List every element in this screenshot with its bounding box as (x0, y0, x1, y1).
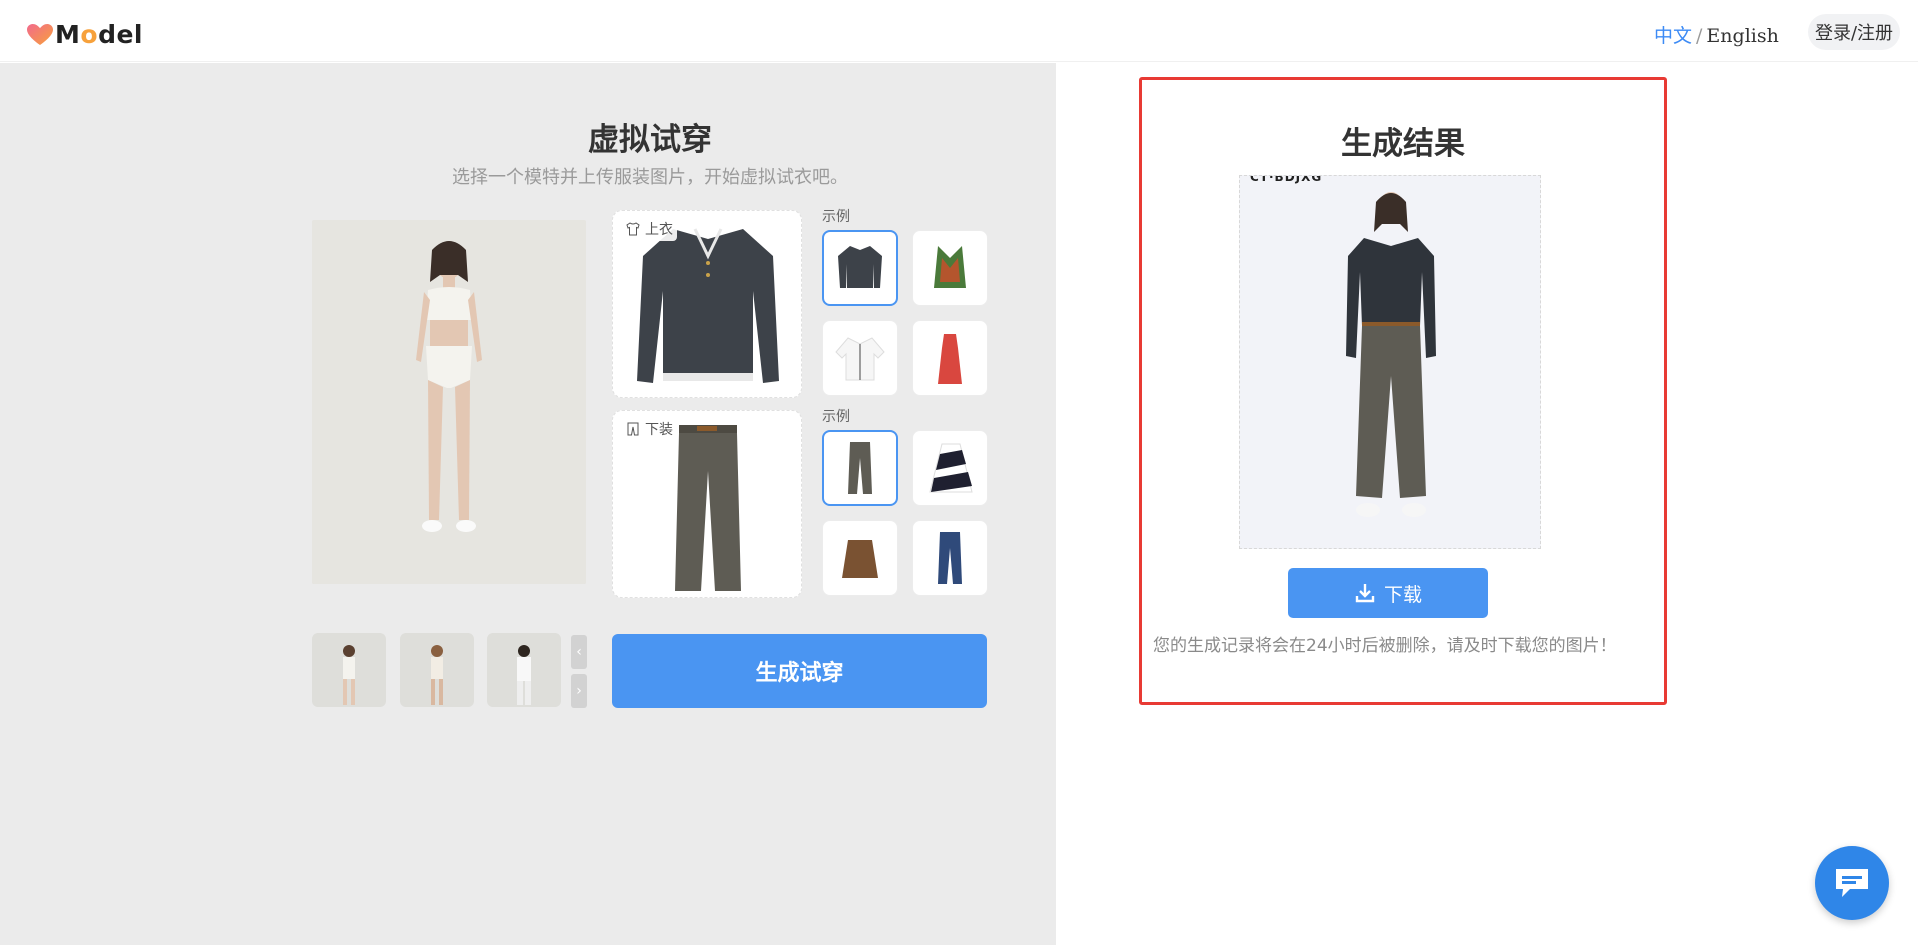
bottom-example-striped-skirt[interactable] (912, 430, 988, 506)
striped-skirt-thumbnail (929, 443, 973, 493)
model-figure-illustration (312, 220, 586, 584)
bottom-garment-slot[interactable]: 下装 (612, 410, 802, 598)
result-retention-note: 您的生成记录将会在24小时后被删除，请及时下载您的图片！ (1153, 636, 1617, 656)
white-blouse-thumbnail (835, 337, 885, 381)
patterned-vest-thumbnail (934, 246, 966, 288)
top-header: Model 中文 / English 登录/注册 (0, 0, 1918, 62)
top-example-dress[interactable] (912, 320, 988, 396)
model-3-thumbnail (517, 645, 531, 705)
bottom-example-trousers[interactable] (822, 430, 898, 506)
try-on-title: 虚拟试穿 (588, 122, 712, 158)
top-examples-label: 示例 (822, 209, 850, 225)
lang-separator: / (1696, 25, 1703, 47)
polo-sweater-thumbnail (838, 246, 882, 288)
chat-support-button[interactable] (1815, 846, 1889, 920)
site-logo[interactable]: Model (26, 20, 143, 49)
try-on-subtitle: 选择一个模特并上传服装图片，开始虚拟试衣吧。 (452, 167, 848, 188)
model-1-thumbnail (343, 645, 355, 705)
pants-icon (627, 422, 639, 436)
result-image-caption: CT·BDJXG (1250, 175, 1323, 184)
download-icon (1355, 584, 1375, 603)
selected-model-image[interactable] (312, 220, 586, 584)
top-example-blouse[interactable] (822, 320, 898, 396)
lang-en-link[interactable]: English (1706, 25, 1778, 47)
download-button[interactable]: 下载 (1288, 568, 1488, 618)
brown-skirt-thumbnail (842, 540, 878, 578)
login-register-button[interactable]: 登录/注册 (1808, 14, 1900, 50)
model-2-thumbnail (431, 645, 443, 705)
chat-bubble-icon (1836, 869, 1868, 897)
red-floral-dress-thumbnail (938, 334, 962, 384)
result-panel: 生成结果 CT·BDJXG 下载 您的生成记录将会在24小时后被删除，请及时下载… (1139, 77, 1667, 705)
top-slot-label: 上衣 (621, 217, 677, 241)
model-option-1[interactable] (312, 633, 386, 707)
top-example-vest[interactable] (912, 230, 988, 306)
result-title: 生成结果 (1341, 126, 1465, 162)
bottom-examples-label: 示例 (822, 409, 850, 425)
grey-trousers-thumbnail (848, 442, 872, 494)
download-label: 下载 (1383, 583, 1422, 606)
language-switcher: 中文 / English (1654, 21, 1779, 48)
shirt-icon (626, 222, 640, 236)
bottom-example-jeans[interactable] (912, 520, 988, 596)
strip-next-arrow[interactable]: › (571, 674, 587, 708)
top-slot-label-text: 上衣 (645, 222, 673, 238)
logo-text: Model (55, 20, 143, 49)
heart-logo-icon (27, 23, 53, 45)
model-option-2[interactable] (400, 633, 474, 707)
model-option-3[interactable] (487, 633, 561, 707)
blue-jeans-thumbnail (938, 532, 962, 584)
bottom-slot-label: 下装 (621, 417, 677, 441)
top-garment-slot[interactable]: 上衣 (612, 210, 802, 398)
lang-zh-link[interactable]: 中文 (1654, 25, 1692, 47)
strip-prev-arrow[interactable]: ‹ (571, 635, 587, 669)
bottom-slot-label-text: 下装 (645, 422, 673, 438)
result-image: CT·BDJXG (1239, 175, 1541, 549)
bottom-example-leather-skirt[interactable] (822, 520, 898, 596)
generate-try-on-button[interactable]: 生成试穿 (612, 634, 987, 708)
result-figure-illustration (1346, 192, 1436, 517)
top-example-polo[interactable] (822, 230, 898, 306)
